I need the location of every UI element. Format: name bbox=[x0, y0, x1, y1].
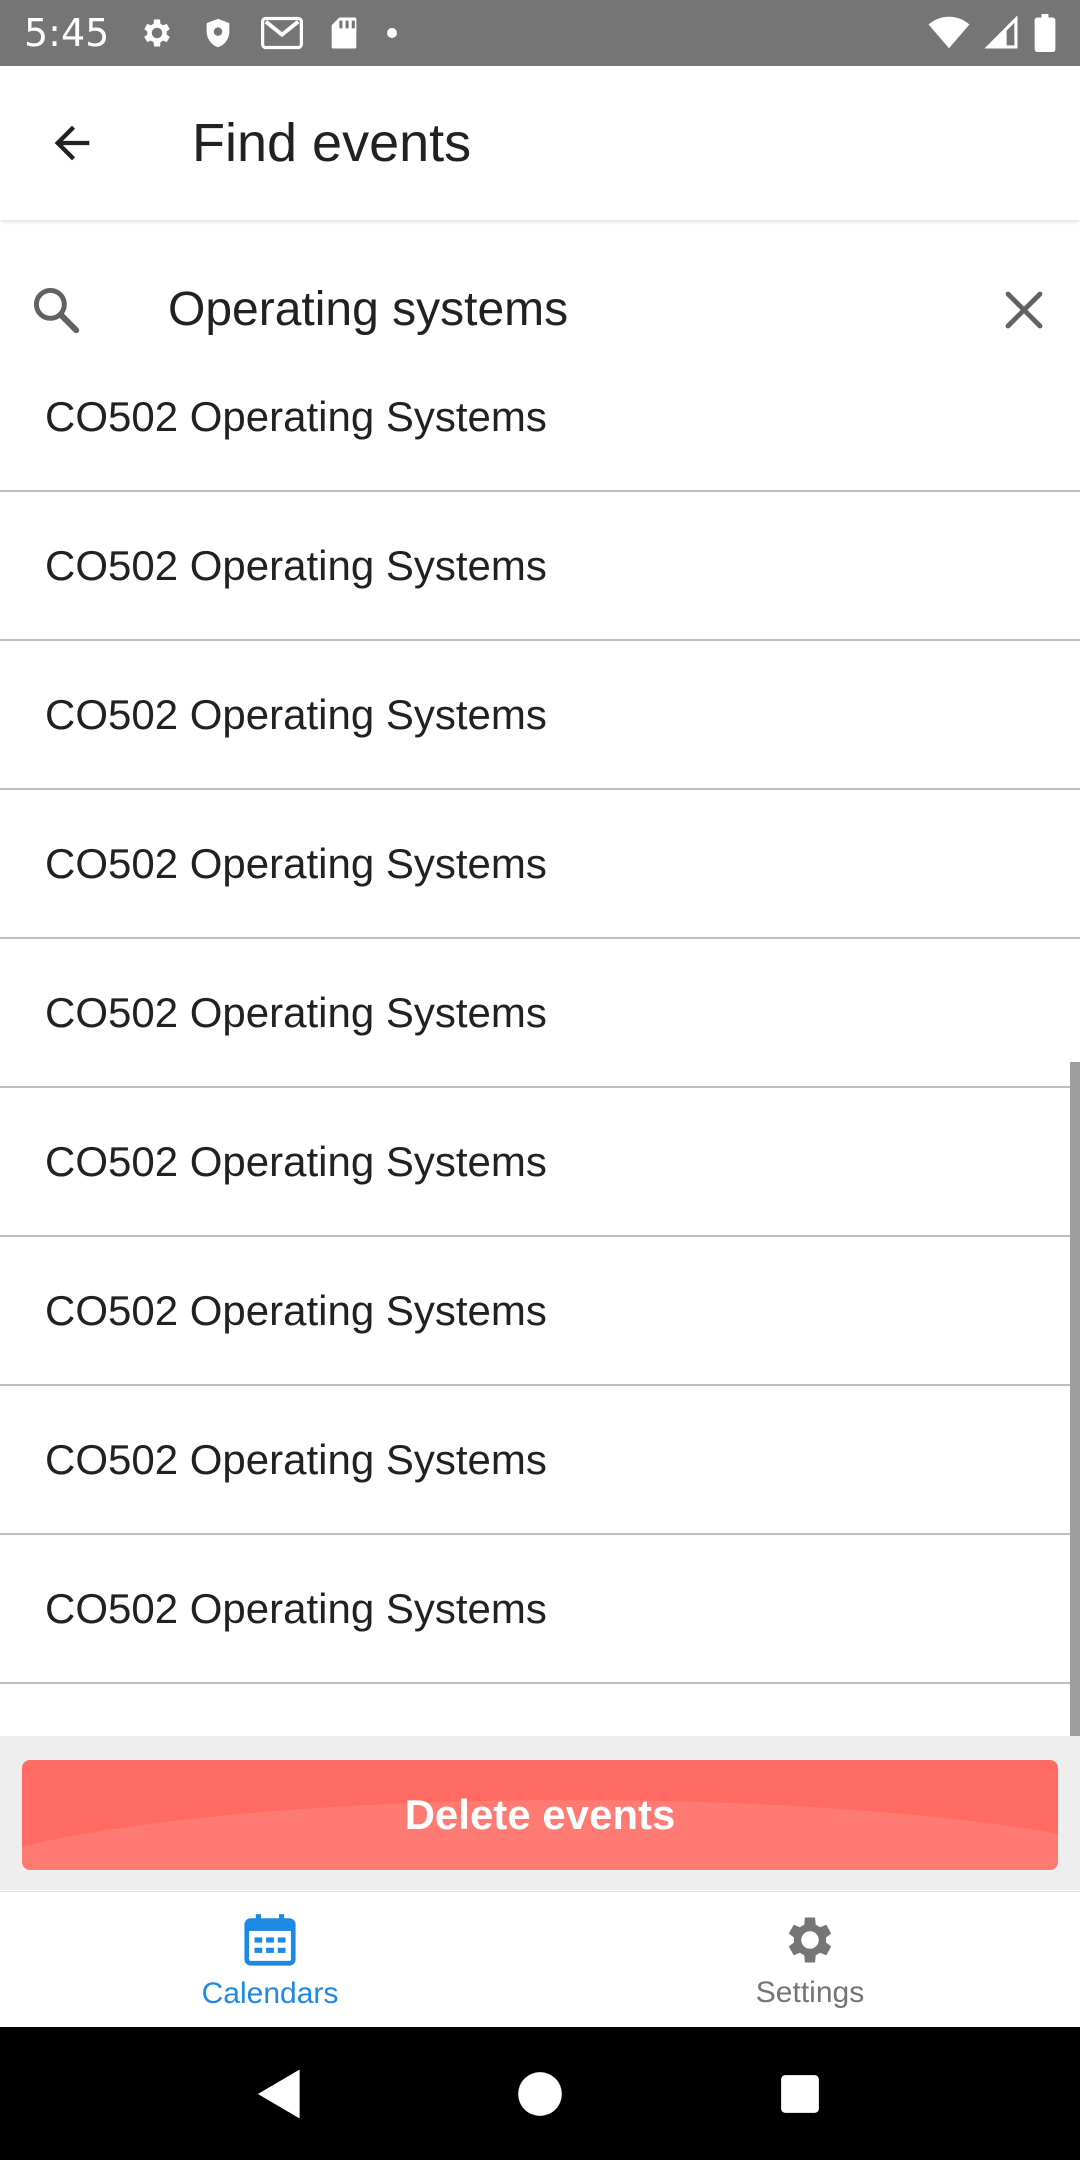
system-recents-button[interactable] bbox=[760, 2054, 840, 2134]
list-item[interactable]: CO502 Operating Systems bbox=[0, 939, 1080, 1088]
bottom-nav: Calendars Settings bbox=[0, 1891, 1080, 2027]
arrow-back-icon bbox=[54, 125, 90, 161]
list-item[interactable]: CO502 Operating Systems bbox=[0, 1386, 1080, 1535]
list-item[interactable]: CO502 Operating Systems bbox=[0, 1535, 1080, 1684]
signal-icon bbox=[984, 16, 1020, 50]
list-item[interactable]: CO502 Operating Systems bbox=[0, 1237, 1080, 1386]
gmail-icon bbox=[261, 16, 304, 50]
list-item[interactable]: CO502 Operating Systems bbox=[0, 1088, 1080, 1237]
delete-events-button[interactable]: Delete events bbox=[22, 1760, 1058, 1870]
nav-label-settings: Settings bbox=[755, 1975, 865, 2009]
app-bar: Find events bbox=[0, 66, 1080, 220]
circle-home-icon bbox=[518, 2071, 562, 2116]
clear-search-button[interactable] bbox=[994, 280, 1054, 340]
screen: 5:45 Find events Operating systems CO502… bbox=[0, 0, 1080, 2160]
calendar-icon bbox=[244, 1913, 296, 1966]
shield-icon bbox=[201, 16, 235, 50]
system-home-button[interactable] bbox=[500, 2054, 580, 2134]
triangle-back-icon bbox=[257, 2068, 300, 2119]
status-time: 5:45 bbox=[24, 11, 110, 55]
close-icon bbox=[1005, 291, 1043, 328]
sd-card-icon bbox=[329, 16, 359, 50]
system-back-button[interactable] bbox=[240, 2054, 320, 2134]
nav-label-calendars: Calendars bbox=[201, 1976, 339, 2010]
event-title: CO502 Operating Systems bbox=[45, 1584, 547, 1632]
back-button[interactable] bbox=[36, 107, 108, 179]
event-title: CO502 Operating Systems bbox=[45, 1137, 547, 1185]
delete-area: Delete events bbox=[0, 1736, 1080, 1890]
status-bar: 5:45 bbox=[0, 0, 1080, 66]
page-title: Find events bbox=[192, 113, 472, 173]
gear-icon bbox=[788, 1917, 832, 1962]
list-item[interactable]: CO502 Operating Systems bbox=[0, 790, 1080, 939]
nav-item-settings[interactable]: Settings bbox=[540, 1892, 1080, 2027]
event-title: CO502 Operating Systems bbox=[45, 690, 547, 738]
results-list: CO502 Operating Systems CO502 Operating … bbox=[0, 393, 1080, 1684]
event-title: CO502 Operating Systems bbox=[45, 988, 547, 1036]
event-title: CO502 Operating Systems bbox=[45, 393, 547, 440]
search-input[interactable] bbox=[168, 269, 928, 350]
square-recents-icon bbox=[781, 2074, 819, 2113]
list-item[interactable]: CO502 Operating Systems bbox=[0, 641, 1080, 790]
status-icons-left bbox=[139, 15, 399, 51]
event-title: CO502 Operating Systems bbox=[45, 541, 547, 589]
dot-icon bbox=[385, 26, 399, 40]
delete-events-label: Delete events bbox=[404, 1791, 676, 1838]
event-title: CO502 Operating Systems bbox=[45, 1286, 547, 1334]
wifi-icon bbox=[928, 16, 970, 50]
settings-icon bbox=[139, 15, 175, 51]
system-nav-bar bbox=[0, 2027, 1080, 2160]
list-item[interactable]: CO502 Operating Systems bbox=[0, 344, 1080, 492]
status-icons-right bbox=[928, 14, 1056, 52]
battery-icon bbox=[1034, 14, 1056, 52]
list-item[interactable]: CO502 Operating Systems bbox=[0, 492, 1080, 641]
event-title: CO502 Operating Systems bbox=[45, 1435, 547, 1483]
event-title: CO502 Operating Systems bbox=[45, 839, 547, 887]
nav-item-calendars[interactable]: Calendars bbox=[0, 1892, 540, 2027]
search-icon bbox=[26, 280, 86, 340]
